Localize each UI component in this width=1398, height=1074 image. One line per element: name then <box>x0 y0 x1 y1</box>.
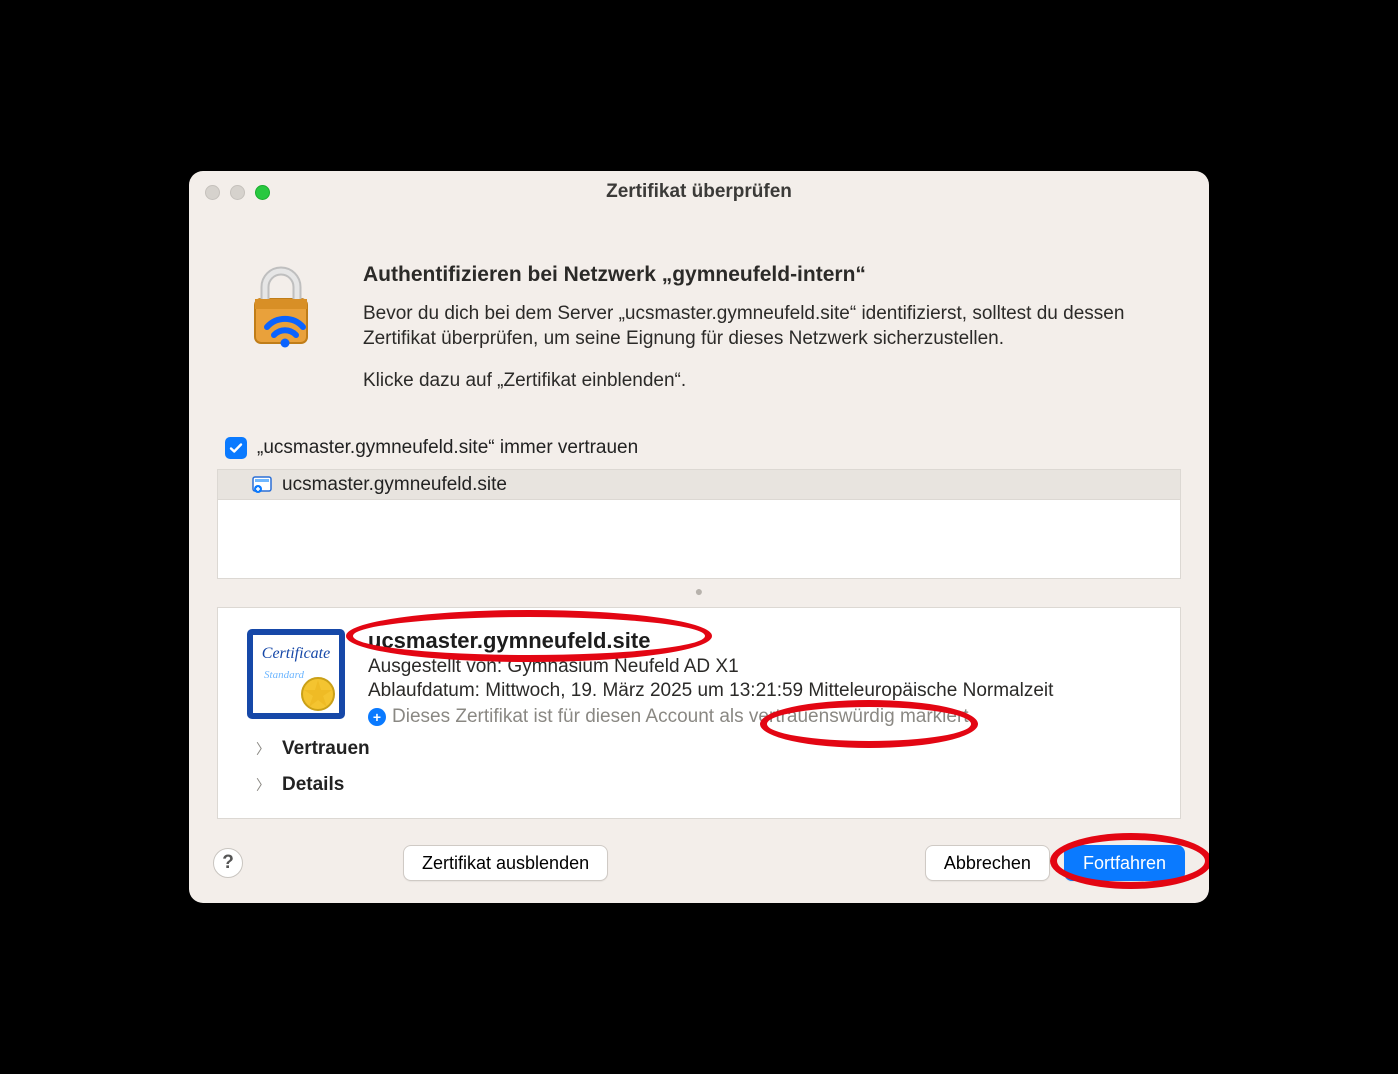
svg-text:Certificate: Certificate <box>262 645 330 662</box>
dialog-body: Authentifizieren bei Netzwerk „gymneufel… <box>189 215 1209 828</box>
dialog-footer: ? Zertifikat ausblenden Abbrechen Fortfa… <box>189 827 1209 903</box>
hero-section: Authentifizieren bei Netzwerk „gymneufel… <box>217 239 1181 436</box>
hero-text: Authentifizieren bei Netzwerk „gymneufel… <box>363 263 1161 410</box>
certificate-trust-status: + Dieses Zertifikat ist für diesen Accou… <box>368 706 1154 728</box>
minimize-window-icon[interactable] <box>230 185 245 200</box>
hero-hint: Klicke dazu auf „Zertifikat einblenden“. <box>363 368 1161 394</box>
disclosure-details-label: Details <box>282 774 344 796</box>
chevron-right-icon: 〉 <box>256 775 270 795</box>
disclosure-details[interactable]: 〉 Details <box>246 764 1154 800</box>
certificate-detail-panel: Certificate Standard ucsmaster.gymneufel… <box>217 607 1181 819</box>
hide-certificate-button[interactable]: Zertifikat ausblenden <box>403 845 608 881</box>
certificate-expiry: Ablaufdatum: Mittwoch, 19. März 2025 um … <box>368 680 1154 702</box>
certificate-chain-list[interactable]: ucsmaster.gymneufeld.site <box>217 469 1181 579</box>
close-window-icon[interactable] <box>205 185 220 200</box>
disclosure-trust-label: Vertrauen <box>282 738 370 760</box>
always-trust-row[interactable]: „ucsmaster.gymneufeld.site“ immer vertra… <box>217 435 1181 469</box>
certificate-row[interactable]: ucsmaster.gymneufeld.site <box>218 470 1180 500</box>
certificate-row-name: ucsmaster.gymneufeld.site <box>282 474 507 496</box>
certificate-icon <box>252 475 272 495</box>
help-icon: ? <box>222 852 234 874</box>
chevron-right-icon: 〉 <box>256 739 270 759</box>
always-trust-checkbox[interactable] <box>225 437 247 459</box>
certificate-badge-icon: Certificate Standard <box>246 628 346 728</box>
window-title: Zertifikat überprüfen <box>606 181 792 203</box>
certificate-issued-by: Ausgestellt von: Gymnasium Neufeld AD X1 <box>368 656 1154 678</box>
continue-button[interactable]: Fortfahren <box>1064 845 1185 881</box>
cancel-button[interactable]: Abbrechen <box>925 845 1050 881</box>
hero-paragraph: Bevor du dich bei dem Server „ucsmaster.… <box>363 301 1161 352</box>
disclosure-trust[interactable]: 〉 Vertrauen <box>246 728 1154 764</box>
lock-wifi-icon <box>241 263 331 410</box>
hero-heading: Authentifizieren bei Netzwerk „gymneufel… <box>363 263 1161 287</box>
window-controls <box>205 185 270 200</box>
zoom-window-icon[interactable] <box>255 185 270 200</box>
dialog-window: Zertifikat überprüfen Authentifizie <box>189 171 1209 904</box>
always-trust-label: „ucsmaster.gymneufeld.site“ immer vertra… <box>257 437 638 459</box>
titlebar: Zertifikat überprüfen <box>189 171 1209 215</box>
certificate-name: ucsmaster.gymneufeld.site <box>368 628 1154 654</box>
trust-plus-icon: + <box>368 708 386 726</box>
resize-handle-icon[interactable]: ● <box>217 579 1181 607</box>
svg-text:Standard: Standard <box>264 669 304 681</box>
help-button[interactable]: ? <box>213 848 243 878</box>
